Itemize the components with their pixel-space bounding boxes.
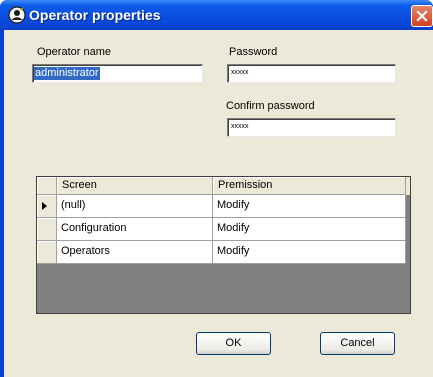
row-header[interactable]	[37, 195, 57, 218]
confirm-password-label: Confirm password	[226, 100, 315, 112]
close-icon	[416, 10, 428, 22]
close-button[interactable]	[411, 5, 433, 27]
ok-button[interactable]: OK	[196, 332, 271, 355]
cell-screen[interactable]: Operators	[57, 241, 213, 264]
row-header[interactable]	[37, 241, 57, 264]
dialog-client-area: Operator name administrator Password xxx…	[4, 30, 433, 377]
grid-header: Screen Premission	[37, 177, 410, 195]
column-header-screen[interactable]: Screen	[57, 177, 213, 195]
cell-screen[interactable]: Configuration	[57, 218, 213, 241]
password-label: Password	[229, 46, 278, 58]
operator-icon	[8, 6, 26, 24]
dialog-window: Operator properties Operator name admini…	[0, 0, 433, 377]
column-header-permission[interactable]: Premission	[213, 177, 406, 195]
window-title: Operator properties	[29, 7, 161, 23]
title-bar[interactable]: Operator properties	[0, 0, 433, 30]
row-header[interactable]	[37, 218, 57, 241]
operator-name-value: administrator	[34, 67, 100, 80]
confirm-password-field[interactable]: xxxxx	[227, 118, 396, 137]
cancel-button[interactable]: Cancel	[320, 332, 395, 355]
permissions-grid[interactable]: Screen Premission (null) Modify Configur…	[36, 176, 411, 314]
cell-permission[interactable]: Modify	[213, 218, 406, 241]
arrow-right-icon	[42, 202, 47, 210]
row-header-corner	[37, 177, 57, 195]
cell-permission[interactable]: Modify	[213, 241, 406, 264]
password-mask: xxxxx	[231, 69, 249, 76]
password-field[interactable]: xxxxx	[227, 64, 396, 83]
operator-name-label: Operator name	[37, 46, 111, 58]
cell-permission[interactable]: Modify	[213, 195, 406, 218]
cell-screen[interactable]: (null)	[57, 195, 213, 218]
confirm-password-mask: xxxxx	[231, 123, 249, 130]
operator-name-field[interactable]: administrator	[32, 64, 203, 83]
